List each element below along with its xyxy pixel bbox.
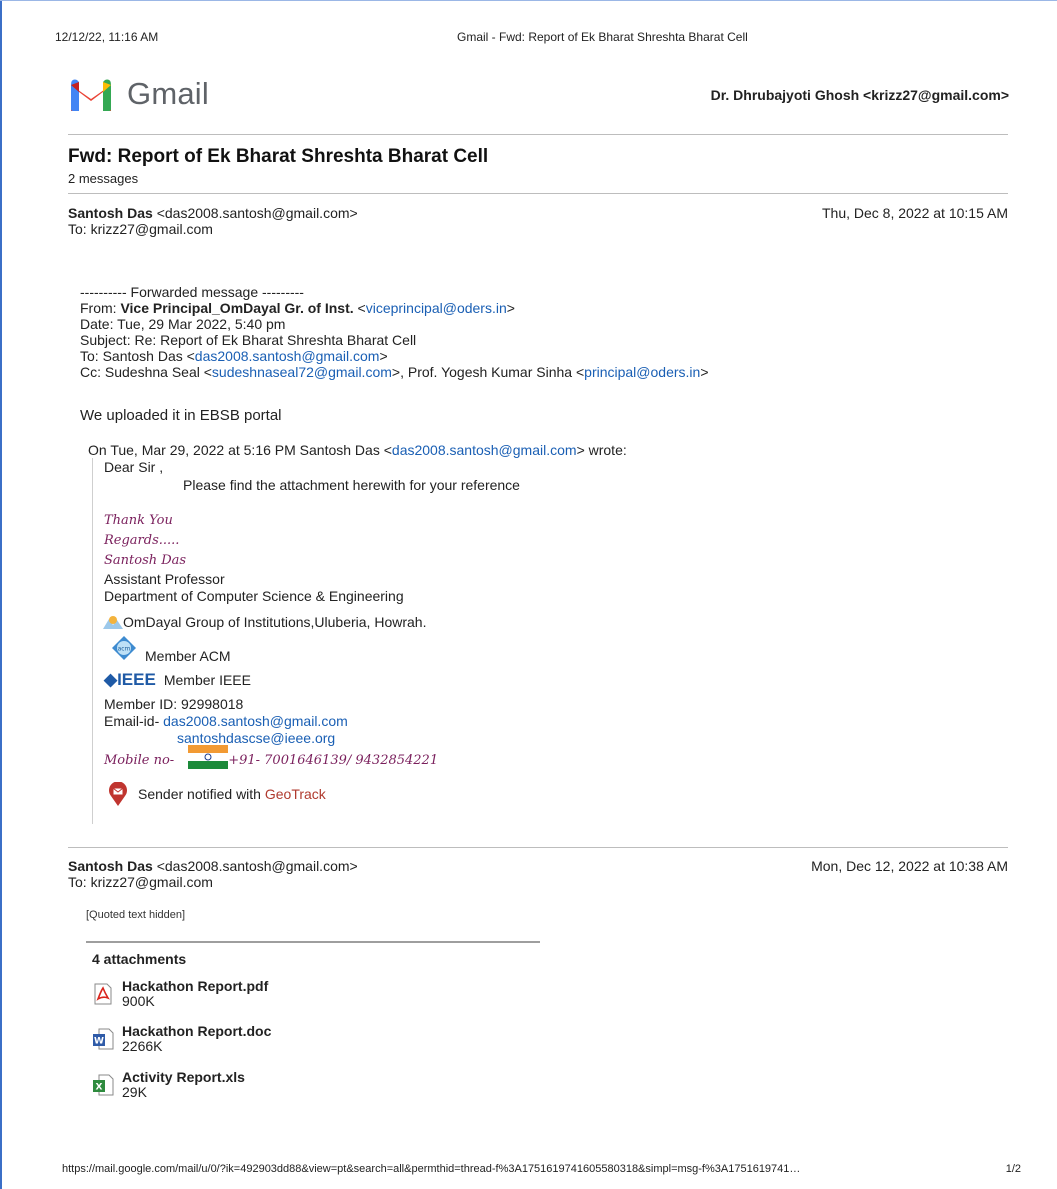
sender-name: Santosh Das — [68, 858, 153, 874]
gmail-logo: Gmail — [68, 76, 209, 111]
cc-email-2[interactable]: principal@oders.in — [584, 364, 700, 380]
sig-institution: OmDayal Group of Institutions,Uluberia, … — [123, 614, 427, 630]
sig-name: Santosh Das — [104, 553, 187, 568]
forward-subject: Subject: Re: Report of Ek Bharat Shresht… — [80, 332, 417, 348]
page-frame-top — [0, 0, 1057, 1]
page-url: https://mail.google.com/mail/u/0/?ik=492… — [62, 1163, 801, 1175]
sig-acm: Member ACM — [145, 648, 231, 664]
message-header: Santosh Das <das2008.santosh@gmail.com> … — [68, 858, 1008, 890]
sig-institution-row: OmDayal Group of Institutions,Uluberia, … — [103, 614, 426, 630]
attachments-title: 4 attachments — [92, 951, 187, 967]
divider — [68, 847, 1008, 848]
attachment-name: Hackathon Report.doc — [122, 1023, 272, 1039]
sig-member-id: Member ID: 92998018 — [104, 696, 244, 712]
ieee-logo-icon: ◆IEEE — [104, 670, 156, 689]
sig-acm-row: acm Member ACM — [106, 636, 231, 664]
reply-text: We uploaded it in EBSB portal — [80, 407, 282, 424]
divider — [68, 134, 1008, 135]
greeting: Dear Sir , — [104, 459, 164, 475]
sig-email-row: Email-id- das2008.santosh@gmail.com — [104, 713, 348, 729]
attachments-divider — [86, 941, 540, 943]
message-count: 2 messages — [68, 171, 139, 186]
sig-email-2[interactable]: santoshdascse@ieee.org — [177, 730, 335, 746]
recipient: To: krizz27@gmail.com — [68, 221, 213, 237]
divider — [68, 193, 1008, 194]
attachment-size: 2266K — [122, 1038, 163, 1054]
forwarded-message-header: ---------- Forwarded message --------- F… — [80, 284, 709, 380]
gmail-m-icon — [71, 79, 111, 111]
page-frame-left — [0, 0, 2, 1189]
india-flag-icon — [188, 745, 229, 769]
message-header: Santosh Das <das2008.santosh@gmail.com> … — [68, 205, 1008, 237]
svg-text:X: X — [96, 1083, 103, 1093]
cc-email-1[interactable]: sudeshnaseal72@gmail.com — [212, 364, 392, 380]
sender-email[interactable]: <das2008.santosh@gmail.com> — [157, 858, 358, 874]
forward-from: From: Vice Principal_OmDayal Gr. of Inst… — [80, 300, 515, 316]
attachment-name: Activity Report.xls — [122, 1069, 245, 1085]
sig-title: Assistant Professor — [104, 571, 225, 587]
word-file-icon: W — [93, 1028, 114, 1050]
print-page-title: Gmail - Fwd: Report of Ek Bharat Shresht… — [457, 30, 748, 44]
print-datetime: 12/12/22, 11:16 AM — [55, 30, 159, 44]
sig-regards: Regards..... — [104, 533, 180, 548]
sig-thanks: Thank You — [104, 513, 173, 528]
sig-mobile-label: Mobile no- — [104, 753, 175, 768]
forward-cc: Cc: Sudeshna Seal <sudeshnaseal72@gmail.… — [80, 364, 709, 380]
quoted-text-hidden[interactable]: [Quoted text hidden] — [86, 909, 185, 921]
forward-to: To: Santosh Das <das2008.santosh@gmail.c… — [80, 348, 388, 364]
sig-department: Department of Computer Science & Enginee… — [104, 588, 404, 604]
geotrack-link[interactable]: GeoTrack — [265, 786, 326, 802]
sender-email[interactable]: <das2008.santosh@gmail.com> — [157, 205, 358, 221]
attachment-name: Hackathon Report.pdf — [122, 978, 269, 994]
forward-from-email[interactable]: viceprincipal@oders.in — [366, 300, 507, 316]
quote-intro-email[interactable]: das2008.santosh@gmail.com — [392, 442, 577, 458]
message-date: Mon, Dec 12, 2022 at 10:38 AM — [811, 858, 1008, 874]
svg-text:acm: acm — [118, 646, 131, 653]
sig-email-1[interactable]: das2008.santosh@gmail.com — [163, 713, 348, 729]
attachment-size: 29K — [122, 1084, 147, 1100]
forward-to-email[interactable]: das2008.santosh@gmail.com — [195, 348, 380, 364]
quote-bar — [92, 458, 93, 824]
print-footer: https://mail.google.com/mail/u/0/?ik=492… — [62, 1163, 1021, 1175]
quote-intro: On Tue, Mar 29, 2022 at 5:16 PM Santosh … — [88, 442, 627, 458]
attachment-item[interactable]: Hackathon Report.pdf 900K — [92, 979, 268, 1009]
sig-mobile-row: Mobile no- +91- 7001646139/ 9432854221 — [104, 745, 438, 769]
sig-ieee: Member IEEE — [163, 672, 251, 688]
gmail-wordmark: Gmail — [127, 76, 209, 111]
forward-from-name: Vice Principal_OmDayal Gr. of Inst. — [120, 300, 354, 316]
sig-mobile: +91- 7001646139/ 9432854221 — [228, 753, 439, 768]
forward-date: Date: Tue, 29 Mar 2022, 5:40 pm — [80, 316, 286, 332]
message-date: Thu, Dec 8, 2022 at 10:15 AM — [821, 205, 1008, 221]
attachment-item[interactable]: X Activity Report.xls 29K — [92, 1070, 245, 1100]
quote-body: Please find the attachment herewith for … — [183, 477, 520, 493]
forward-divider: ---------- Forwarded message --------- — [80, 284, 304, 300]
geotrack-pin-icon — [109, 782, 127, 806]
excel-file-icon: X — [93, 1074, 114, 1096]
sender-name: Santosh Das — [68, 205, 153, 221]
acm-logo-icon: acm — [112, 636, 136, 660]
institution-logo-icon — [103, 616, 123, 629]
thread-subject: Fwd: Report of Ek Bharat Shreshta Bharat… — [68, 146, 489, 167]
svg-text:W: W — [94, 1037, 104, 1047]
page-number: 1/2 — [1005, 1163, 1021, 1175]
recipient: To: krizz27@gmail.com — [68, 874, 213, 890]
pdf-file-icon — [94, 983, 112, 1005]
account-identity: Dr. Dhrubajyoti Ghosh <krizz27@gmail.com… — [710, 87, 1009, 103]
attachment-size: 900K — [122, 993, 155, 1009]
geotrack-row: Sender notified with GeoTrack — [108, 782, 326, 806]
sig-ieee-row: ◆IEEE Member IEEE — [104, 670, 251, 689]
attachment-item[interactable]: W Hackathon Report.doc 2266K — [92, 1024, 271, 1054]
